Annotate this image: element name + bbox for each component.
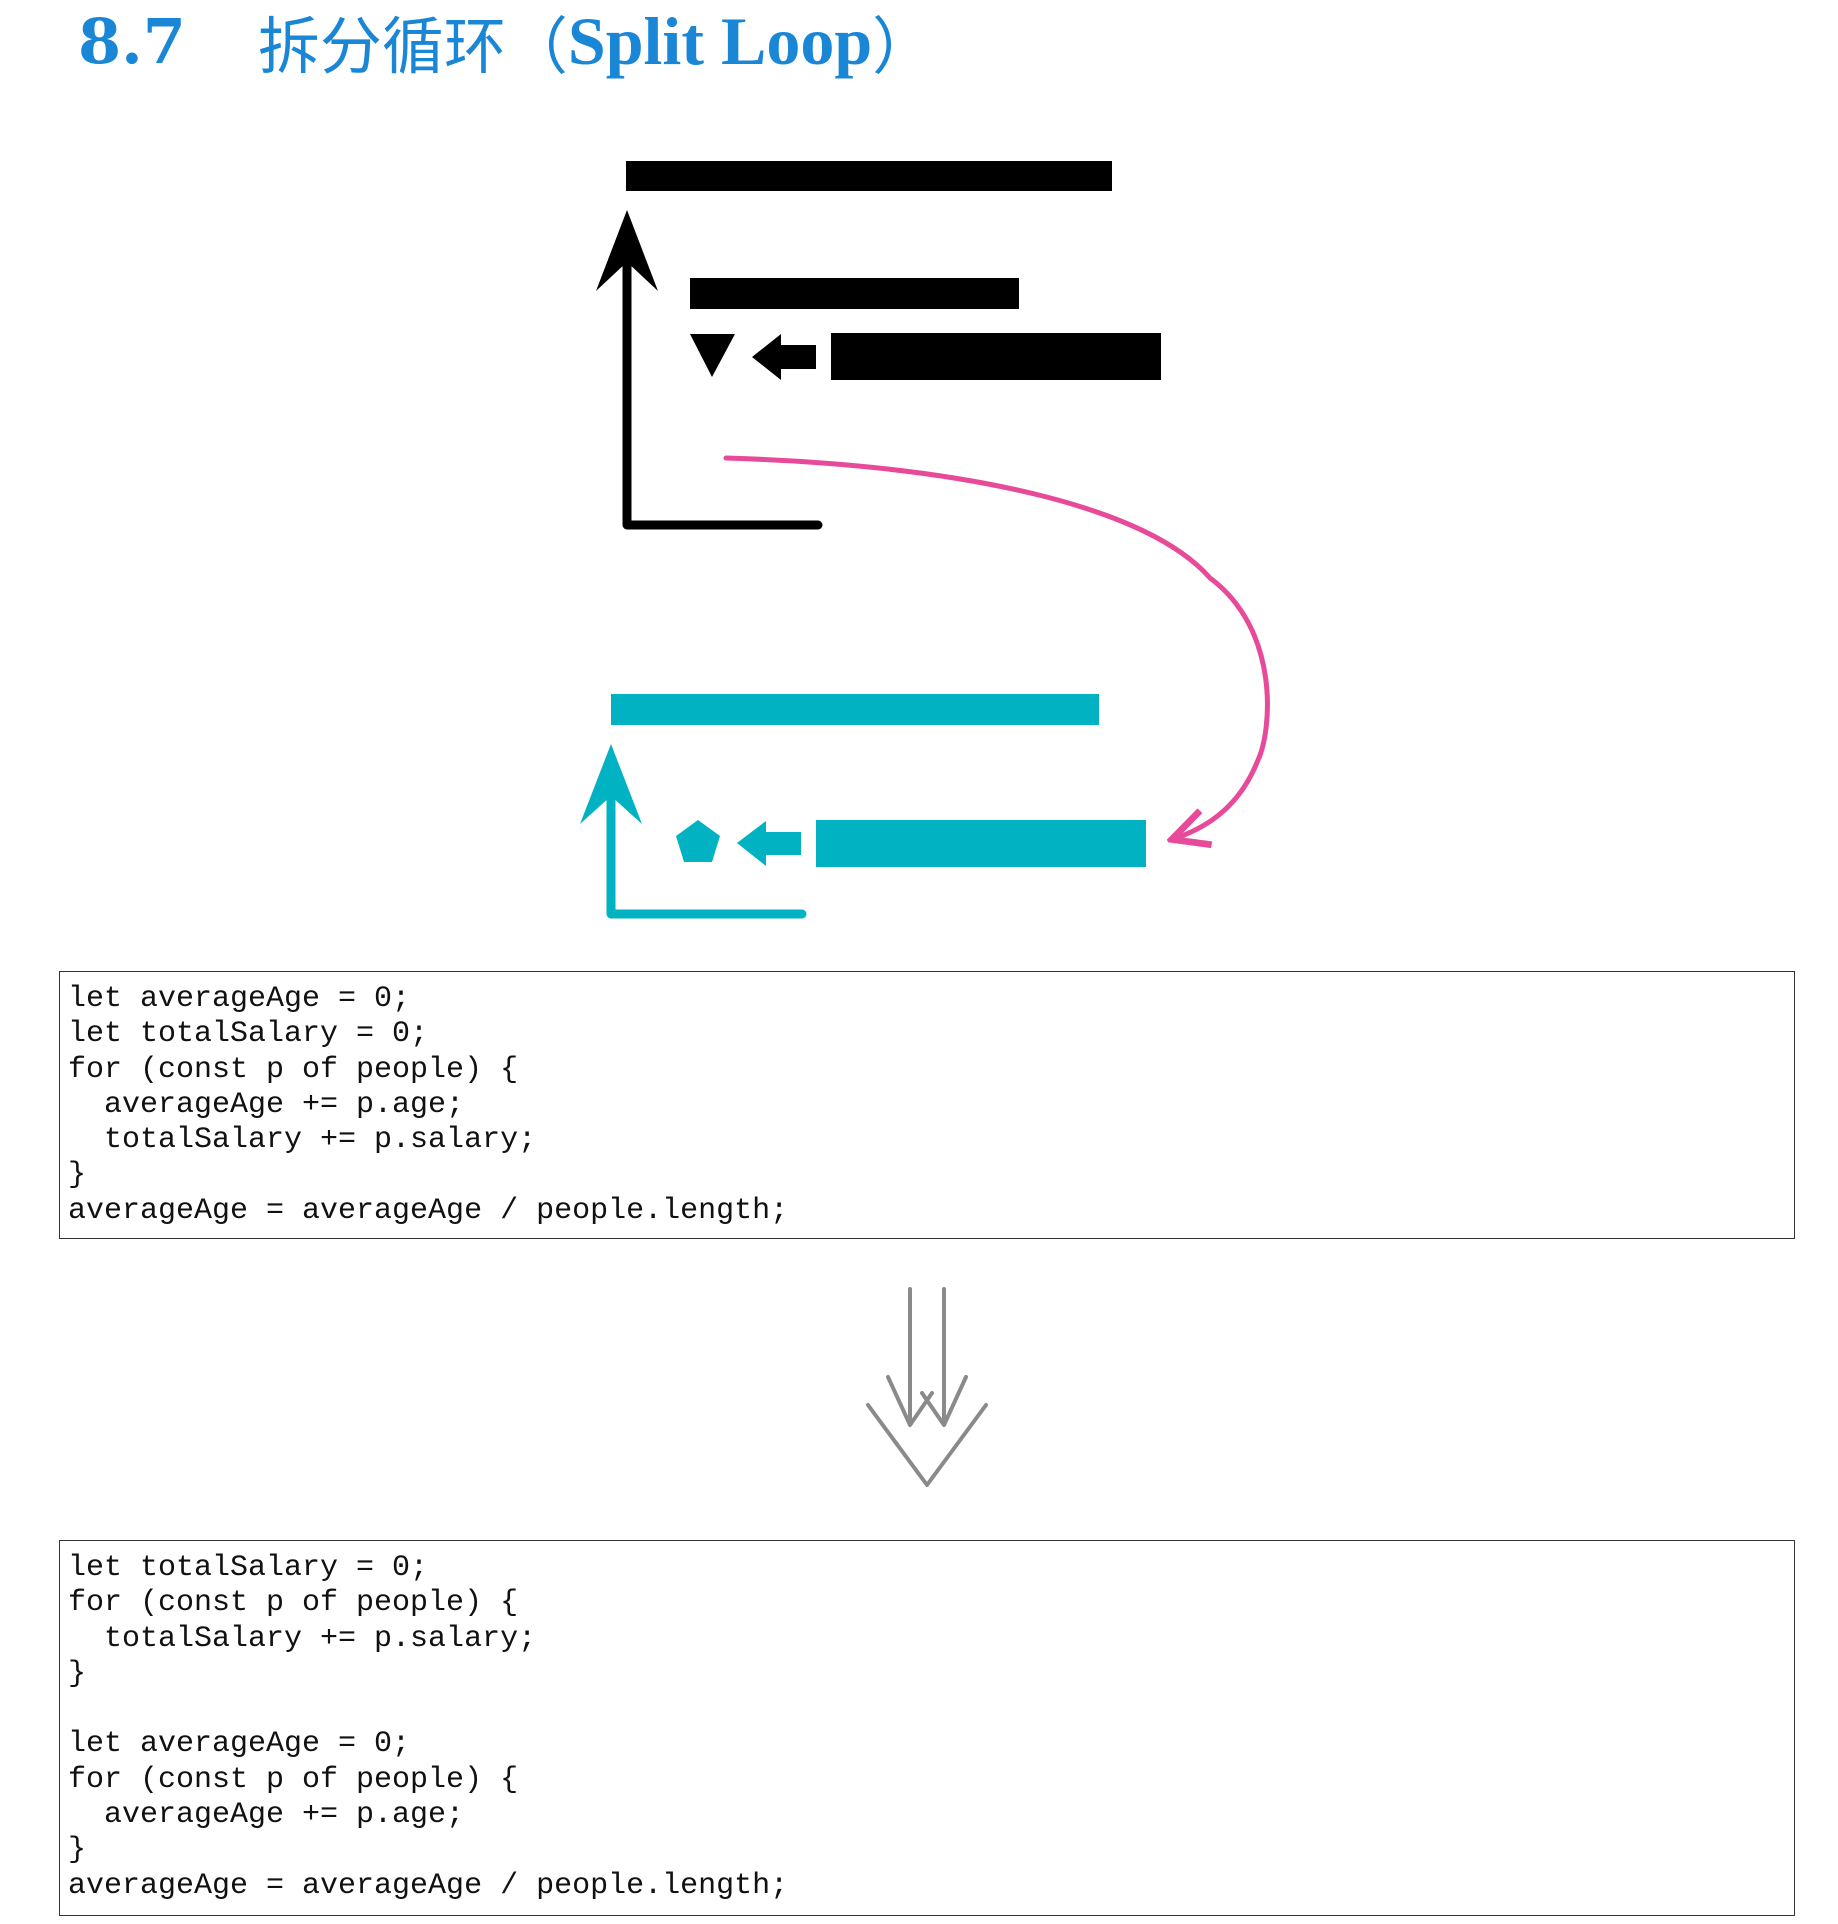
code-after-block: let totalSalary = 0; for (const p of peo… [59,1540,1795,1916]
after-bottom-bar [816,820,1146,867]
split-loop-diagram [580,161,1270,919]
after-left-arrow-icon [737,821,801,866]
before-bottom-bar [831,333,1161,380]
code-after-text: let totalSalary = 0; for (const p of peo… [68,1551,789,1903]
before-middle-bar [690,278,1019,309]
code-before-block: let averageAge = 0; let totalSalary = 0;… [59,971,1795,1239]
after-pentagon-icon [676,820,720,862]
before-left-arrow-icon [752,334,816,380]
before-loop-arrow-icon [622,223,823,530]
before-top-bar [626,161,1112,191]
split-down-arrows-icon [866,1287,988,1487]
code-before-text: let averageAge = 0; let totalSalary = 0;… [68,982,789,1228]
move-curve-arrow-icon [723,455,1270,838]
before-triangle-down-icon [690,334,735,377]
after-loop-group [580,694,1146,919]
after-top-bar [611,694,1099,725]
